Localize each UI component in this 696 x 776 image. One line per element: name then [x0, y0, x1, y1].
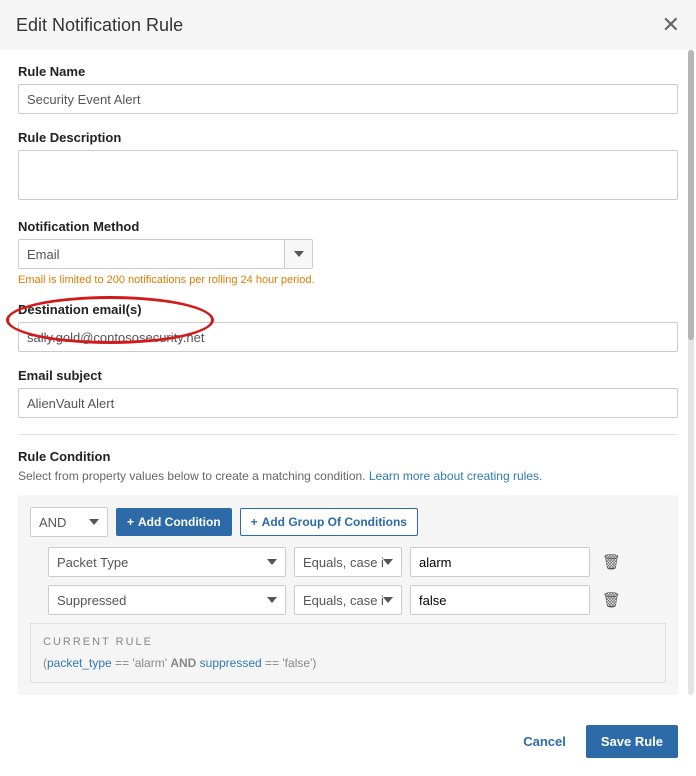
condition-value-input[interactable]	[410, 585, 590, 615]
close-icon[interactable]: ✕	[662, 12, 680, 38]
logic-operator-select[interactable]: AND	[30, 507, 108, 537]
add-group-conditions-button[interactable]: + Add Group Of Conditions	[240, 508, 418, 536]
rule-condition-label: Rule Condition	[18, 449, 678, 464]
rule-condition-subtext-text: Select from property values below to cre…	[18, 469, 369, 483]
scrollbar-track[interactable]	[688, 50, 694, 695]
rule-condition-subtext: Select from property values below to cre…	[18, 469, 678, 483]
delete-condition-button[interactable]: 🗑	[598, 551, 625, 573]
plus-icon: +	[127, 515, 134, 529]
notification-method-label: Notification Method	[18, 219, 678, 234]
email-subject-group: Email subject	[18, 368, 678, 418]
trash-icon: 🗑	[602, 554, 621, 571]
email-subject-input[interactable]	[18, 388, 678, 418]
delete-condition-button[interactable]: 🗑	[598, 589, 625, 611]
chevron-down-icon	[383, 559, 393, 565]
chevron-down-icon	[267, 597, 277, 603]
condition-operator-value: Equals, case insensitive	[303, 593, 383, 608]
add-condition-label: Add Condition	[138, 515, 221, 529]
chevron-down-icon	[267, 559, 277, 565]
rule-description-label: Rule Description	[18, 130, 678, 145]
notification-method-value: Email	[27, 247, 60, 262]
condition-property-value: Packet Type	[57, 555, 128, 570]
current-rule-expression: (packet_type == 'alarm' AND suppressed =…	[43, 656, 653, 670]
expr-val: 'false'	[282, 656, 312, 670]
condition-panel: AND + Add Condition + Add Group Of Condi…	[18, 495, 678, 695]
rule-description-input[interactable]	[18, 150, 678, 200]
expr-val: 'alarm'	[132, 656, 170, 670]
expr-field: packet_type	[47, 656, 112, 670]
trash-icon: 🗑	[602, 592, 621, 609]
condition-operator-select[interactable]: Equals, case insensitive	[294, 585, 402, 615]
destination-emails-group: Destination email(s)	[18, 302, 678, 352]
cancel-button[interactable]: Cancel	[513, 726, 576, 757]
condition-operator-value: Equals, case insensitive	[303, 555, 383, 570]
scrollbar-thumb[interactable]	[688, 50, 694, 340]
dialog-footer: Cancel Save Rule	[0, 711, 696, 776]
section-divider	[18, 434, 678, 435]
condition-row: Suppressed Equals, case insensitive 🗑	[48, 585, 666, 615]
rule-name-group: Rule Name	[18, 64, 678, 114]
rule-condition-section: Rule Condition Select from property valu…	[18, 449, 678, 695]
condition-value-input[interactable]	[410, 547, 590, 577]
destination-emails-label: Destination email(s)	[18, 302, 678, 317]
condition-toolbar: AND + Add Condition + Add Group Of Condi…	[30, 507, 666, 537]
dialog-title: Edit Notification Rule	[16, 15, 183, 36]
condition-property-value: Suppressed	[57, 593, 126, 608]
plus-icon: +	[251, 515, 258, 529]
dialog-header: Edit Notification Rule ✕	[0, 0, 696, 50]
condition-row: Packet Type Equals, case insensitive 🗑	[48, 547, 666, 577]
chevron-down-icon	[294, 251, 304, 257]
save-rule-button[interactable]: Save Rule	[586, 725, 678, 758]
rule-name-label: Rule Name	[18, 64, 678, 79]
expr-eq: ==	[262, 656, 283, 670]
condition-property-select[interactable]: Packet Type	[48, 547, 286, 577]
expr-and: AND	[170, 656, 196, 670]
rule-description-group: Rule Description	[18, 130, 678, 203]
condition-property-select[interactable]: Suppressed	[48, 585, 286, 615]
notification-method-group: Notification Method Email Email is limit…	[18, 219, 678, 286]
notification-method-helper: Email is limited to 200 notifications pe…	[18, 274, 678, 286]
rule-name-input[interactable]	[18, 84, 678, 114]
add-condition-button[interactable]: + Add Condition	[116, 508, 232, 536]
notification-method-select[interactable]: Email	[18, 239, 313, 269]
current-rule-box: CURRENT RULE (packet_type == 'alarm' AND…	[30, 623, 666, 683]
destination-emails-input[interactable]	[18, 322, 678, 352]
learn-more-link[interactable]: Learn more about creating rules.	[369, 469, 542, 483]
email-subject-label: Email subject	[18, 368, 678, 383]
chevron-down-icon	[383, 597, 393, 603]
condition-operator-select[interactable]: Equals, case insensitive	[294, 547, 402, 577]
expr-field: suppressed	[196, 656, 261, 670]
expr-eq: ==	[112, 656, 133, 670]
current-rule-title: CURRENT RULE	[43, 636, 653, 648]
logic-operator-value: AND	[39, 515, 66, 530]
chevron-down-icon	[89, 519, 99, 525]
dialog-body: Rule Name Rule Description Notification …	[0, 50, 696, 695]
add-group-label: Add Group Of Conditions	[262, 515, 407, 529]
